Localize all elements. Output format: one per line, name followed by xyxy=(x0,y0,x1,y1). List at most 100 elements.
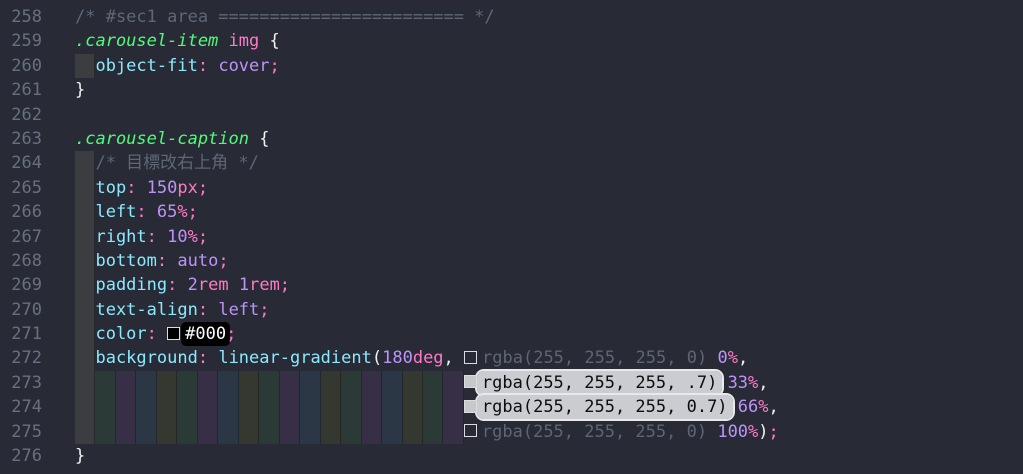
indent-guide-stripe xyxy=(239,371,259,395)
code-line[interactable]: 266left: 65%; xyxy=(0,200,1023,224)
token-selClass: .carousel-item xyxy=(75,31,218,51)
indent-guide-block xyxy=(75,54,95,78)
token-prop: color xyxy=(95,324,146,344)
token-pink: rem xyxy=(198,275,229,295)
code-content: text-align: left; xyxy=(75,298,1023,322)
indent-guide-stripe xyxy=(362,420,382,444)
code-line[interactable]: 273rgba(255, 255, 255, .7) 33%, xyxy=(0,371,1023,395)
code-line[interactable]: 258/* #sec1 area =======================… xyxy=(0,5,1023,29)
indent-guide-stripe xyxy=(136,395,156,419)
token-prop: padding xyxy=(95,275,167,295)
code-content: top: 150px; xyxy=(75,176,1023,200)
token-pillDark: #000 xyxy=(181,322,230,346)
indent-guide-stripe xyxy=(218,420,238,444)
indent-guide-stripe xyxy=(341,395,361,419)
token-pink: % xyxy=(728,348,738,368)
indent-guide-stripe xyxy=(280,371,300,395)
token-plain xyxy=(707,422,717,442)
code-line[interactable]: 268bottom: auto; xyxy=(0,249,1023,273)
code-line[interactable]: 276} xyxy=(0,444,1023,468)
token-num: 66 xyxy=(738,397,758,417)
token-pink: % xyxy=(748,422,758,442)
code-line[interactable]: 261} xyxy=(0,78,1023,102)
code-content: bottom: auto; xyxy=(75,249,1023,273)
indent-guide-stripe xyxy=(218,371,238,395)
token-prop: background xyxy=(95,348,197,368)
token-num: 100 xyxy=(717,422,748,442)
code-line[interactable]: 270text-align: left; xyxy=(0,298,1023,322)
color-picker-swatch[interactable] xyxy=(464,375,477,388)
token-plain xyxy=(157,227,167,247)
indent-guide-stripe xyxy=(443,420,463,444)
indent-guide-block xyxy=(75,151,95,175)
color-picker-swatch[interactable] xyxy=(464,351,477,364)
line-number: 265 xyxy=(0,176,42,200)
indent-guide-stripe xyxy=(341,371,361,395)
color-picker-swatch[interactable] xyxy=(464,424,477,437)
token-pink: : xyxy=(167,275,177,295)
indent-guide-stripe xyxy=(75,420,95,444)
token-num: 0 xyxy=(717,348,727,368)
color-picker-swatch[interactable] xyxy=(167,327,180,340)
line-number: 261 xyxy=(0,78,42,102)
line-number: 263 xyxy=(0,127,42,151)
token-pink: ; xyxy=(218,251,228,271)
code-line[interactable]: 274 rgba(255, 255, 255, 0.7) 66%, xyxy=(0,395,1023,419)
indent-guide-stripe xyxy=(280,420,300,444)
code-line[interactable]: 275 rgba(255, 255, 255, 0) 100%); xyxy=(0,420,1023,444)
token-plain xyxy=(147,202,157,222)
indent-rainbow-guides xyxy=(75,371,464,395)
code-content: /* #sec1 area ======================== *… xyxy=(75,5,1023,29)
line-number: 272 xyxy=(0,346,42,370)
indent-guide-stripe xyxy=(321,420,341,444)
code-content: .carousel-item img { xyxy=(75,29,1023,53)
token-comment: /* #sec1 area ======================== *… xyxy=(75,7,495,27)
code-line[interactable]: 269padding: 2rem 1rem; xyxy=(0,273,1023,297)
indent-guide-stripe xyxy=(403,395,423,419)
token-plain: { xyxy=(259,31,279,51)
indent-guide-block xyxy=(75,225,95,249)
indent-rainbow-guides xyxy=(75,420,464,444)
token-plain xyxy=(208,56,218,76)
token-plain: , xyxy=(758,373,768,393)
code-line[interactable]: 263.carousel-caption { xyxy=(0,127,1023,151)
token-num: 150 xyxy=(147,178,178,198)
code-editor[interactable]: 258/* #sec1 area =======================… xyxy=(0,0,1023,474)
code-line[interactable]: 265 top: 150px; xyxy=(0,176,1023,200)
code-content: rgba(255, 255, 255, 0.7) 66%, xyxy=(75,395,1023,419)
token-plain: ( xyxy=(372,348,382,368)
indent-guide-stripe xyxy=(239,395,259,419)
line-number: 264 xyxy=(0,151,42,175)
indent-guide-stripe xyxy=(423,395,443,419)
indent-guide-stripe xyxy=(157,420,177,444)
code-line[interactable]: 264 /* 目標改右上角 */ xyxy=(0,151,1023,175)
code-content: left: 65%; xyxy=(75,200,1023,224)
code-line[interactable]: 267right: 10%; xyxy=(0,225,1023,249)
code-line[interactable]: 272background: linear-gradient(180deg, r… xyxy=(0,346,1023,370)
token-pink: deg xyxy=(413,348,444,368)
token-comment: /* 目標改右上角 */ xyxy=(95,153,258,173)
line-number: 275 xyxy=(0,420,42,444)
code-line[interactable]: 260object-fit: cover; xyxy=(0,54,1023,78)
indent-rainbow-guides xyxy=(75,395,464,419)
indent-guide-stripe xyxy=(198,371,218,395)
code-content: color: #000; xyxy=(75,322,1023,346)
line-number: 259 xyxy=(0,29,42,53)
indent-guide-stripe xyxy=(382,395,402,419)
code-line[interactable]: 271 color: #000; xyxy=(0,322,1023,346)
token-dim: rgba(255, 255, 255, 0) xyxy=(482,348,707,368)
color-picker-swatch[interactable] xyxy=(464,400,477,413)
token-plain: , xyxy=(769,397,779,417)
indent-guide-block xyxy=(75,346,95,370)
token-tag: img xyxy=(229,31,260,51)
code-content: rgba(255, 255, 255, 0) 100%); xyxy=(75,420,1023,444)
code-line[interactable]: 259 .carousel-item img { xyxy=(0,29,1023,53)
token-plain xyxy=(167,251,177,271)
token-pink: : xyxy=(126,178,136,198)
indent-guide-stripe xyxy=(198,395,218,419)
code-line[interactable]: 262 xyxy=(0,103,1023,127)
token-val: cover xyxy=(218,56,269,76)
line-number: 274 xyxy=(0,395,42,419)
indent-guide-stripe xyxy=(423,420,443,444)
line-number: 271 xyxy=(0,322,42,346)
